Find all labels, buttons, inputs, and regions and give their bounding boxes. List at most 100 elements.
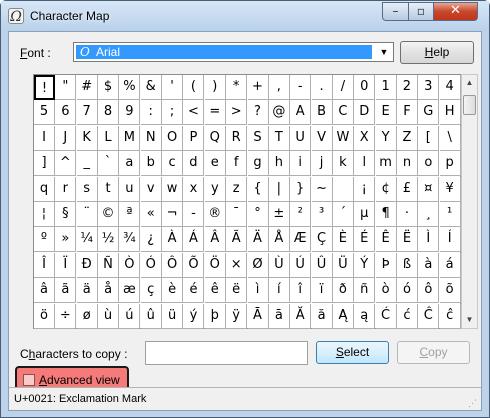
char-cell[interactable]: ¹ (439, 202, 461, 227)
char-cell[interactable]: Ñ (98, 252, 120, 278)
char-cell[interactable]: à (418, 252, 440, 278)
char-cell[interactable]: & (140, 75, 162, 100)
char-cell[interactable]: Ć (375, 303, 397, 329)
char-cell[interactable]: Z (396, 125, 418, 151)
char-cell[interactable]: î (290, 278, 312, 304)
char-cell[interactable]: A (290, 100, 312, 126)
char-cell[interactable]: ` (98, 151, 120, 177)
char-cell[interactable]: 1 (375, 75, 397, 100)
char-cell[interactable]: - (290, 75, 312, 100)
char-cell[interactable]: V (311, 125, 333, 151)
char-cell[interactable]: ~ (311, 176, 333, 202)
char-cell[interactable]: ì (247, 278, 269, 304)
char-cell[interactable]: Ø (247, 252, 269, 278)
char-cell[interactable]: 6 (55, 100, 77, 126)
char-cell[interactable]: S (247, 125, 269, 151)
char-cell[interactable]: Q (204, 125, 226, 151)
char-cell[interactable]: Ä (247, 227, 269, 253)
char-cell[interactable]: É (354, 227, 376, 253)
char-cell[interactable]: » (55, 227, 77, 253)
help-button[interactable]: Help (400, 41, 474, 64)
char-cell[interactable]: Ò (119, 252, 141, 278)
char-cell[interactable]: â (34, 278, 55, 304)
char-cell[interactable]: , (268, 75, 290, 100)
char-cell[interactable]: p (439, 151, 461, 177)
char-cell[interactable]: 7 (76, 100, 98, 126)
char-cell[interactable]: i (290, 151, 312, 177)
char-cell[interactable]: Þ (375, 252, 397, 278)
char-cell[interactable]: # (76, 75, 98, 100)
char-cell[interactable]: ) (204, 75, 226, 100)
char-cell[interactable]: @ (268, 100, 290, 126)
char-cell[interactable]: § (55, 202, 77, 227)
char-cell[interactable]: " (55, 75, 77, 100)
char-cell[interactable]: ã (55, 278, 77, 304)
char-cell[interactable]: + (247, 75, 269, 100)
char-cell[interactable]: û (140, 303, 162, 329)
char-cell[interactable]: K (76, 125, 98, 151)
char-cell[interactable]: é (183, 278, 205, 304)
char-cell[interactable]: q (34, 176, 55, 202)
char-cell[interactable]: ! (34, 75, 55, 100)
char-cell[interactable]: þ (204, 303, 226, 329)
char-cell[interactable]: g (247, 151, 269, 177)
char-cell[interactable]: ò (375, 278, 397, 304)
char-cell[interactable]: 8 (98, 100, 120, 126)
char-cell[interactable]: M (119, 125, 141, 151)
char-cell[interactable]: _ (76, 151, 98, 177)
char-cell[interactable]: o (418, 151, 440, 177)
char-cell[interactable]: · (396, 202, 418, 227)
char-cell[interactable]: º (34, 227, 55, 253)
char-cell[interactable]: ¼ (76, 227, 98, 253)
grid-scrollbar[interactable]: ▲ ▼ (461, 74, 478, 329)
char-cell[interactable]: © (98, 202, 120, 227)
char-cell[interactable]: I (34, 125, 55, 151)
char-cell[interactable]: G (418, 100, 440, 126)
char-cell[interactable]: ¨ (76, 202, 98, 227)
char-cell[interactable]: Ð (76, 252, 98, 278)
char-cell[interactable]: ® (204, 202, 226, 227)
char-cell[interactable]: Ó (140, 252, 162, 278)
char-cell[interactable]: ¤ (418, 176, 440, 202)
char-cell[interactable]: ó (396, 278, 418, 304)
char-cell[interactable]: Ă (290, 303, 312, 329)
char-cell[interactable]: k (332, 151, 354, 177)
select-button[interactable]: Select (316, 341, 389, 364)
char-cell[interactable]: ³ (311, 202, 333, 227)
char-cell[interactable]: ö (34, 303, 55, 329)
char-cell[interactable]: Ì (418, 227, 440, 253)
char-cell[interactable]: > (226, 100, 248, 126)
char-cell[interactable]: ø (76, 303, 98, 329)
char-cell[interactable]: Ê (375, 227, 397, 253)
char-cell[interactable]: W (332, 125, 354, 151)
char-cell[interactable]: ā (268, 303, 290, 329)
char-cell[interactable]: | (268, 176, 290, 202)
char-cell[interactable]: x (183, 176, 205, 202)
char-cell[interactable]: Ô (162, 252, 184, 278)
char-cell[interactable]: õ (439, 278, 461, 304)
characters-to-copy-input[interactable] (145, 341, 308, 365)
char-cell[interactable]: ; (162, 100, 184, 126)
char-cell[interactable]: ü (162, 303, 184, 329)
char-cell[interactable]: ¡ (354, 176, 376, 202)
char-cell[interactable]: ć (396, 303, 418, 329)
char-cell[interactable]: À (162, 227, 184, 253)
char-cell[interactable]: H (439, 100, 461, 126)
char-cell[interactable]: ą (354, 303, 376, 329)
char-cell[interactable]: ½ (98, 227, 120, 253)
char-cell[interactable]: æ (119, 278, 141, 304)
char-cell[interactable]: ± (268, 202, 290, 227)
resize-grip-icon[interactable]: ⋰ (468, 397, 480, 409)
char-cell[interactable]: 3 (418, 75, 440, 100)
char-cell[interactable]: Û (311, 252, 333, 278)
char-cell[interactable]: B (311, 100, 333, 126)
minimize-button[interactable]: – (382, 2, 409, 21)
char-cell[interactable]: ï (311, 278, 333, 304)
char-cell[interactable]: È (332, 227, 354, 253)
char-cell[interactable]: Ç (311, 227, 333, 253)
char-cell[interactable]: ¥ (439, 176, 461, 202)
char-cell[interactable]: ă (311, 303, 333, 329)
char-cell[interactable]: ¯ (226, 202, 248, 227)
char-cell[interactable]: h (268, 151, 290, 177)
char-cell[interactable]: Ã (226, 227, 248, 253)
